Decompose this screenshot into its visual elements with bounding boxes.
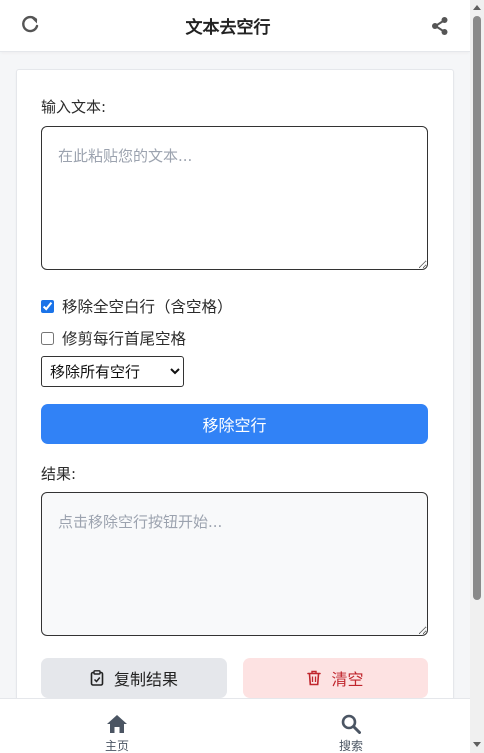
clear-label: 清空 xyxy=(331,670,364,689)
clipboard-icon xyxy=(90,670,104,686)
trim-lines-label: 修剪每行首尾空格 xyxy=(62,330,187,348)
remove-empty-lines-label: 移除空行 xyxy=(202,416,267,435)
nav-item-home[interactable]: 主页 xyxy=(87,699,147,753)
scroll-down-icon[interactable] xyxy=(473,742,481,747)
remove-whitespace-lines-checkbox[interactable] xyxy=(41,299,54,313)
search-icon xyxy=(340,714,362,734)
nav-search-label: 搜索 xyxy=(338,739,363,753)
nav-item-search[interactable]: 搜索 xyxy=(321,699,381,753)
input-label: 输入文本: xyxy=(41,98,107,116)
result-textarea[interactable] xyxy=(41,492,428,636)
remove-whitespace-lines-label: 移除全空白行（含空格） xyxy=(62,298,233,316)
copy-result-label: 复制结果 xyxy=(113,670,178,689)
trim-lines-checkbox[interactable] xyxy=(41,331,54,345)
remove-empty-lines-button[interactable]: 移除空行 xyxy=(41,404,428,444)
share-icon[interactable] xyxy=(430,16,450,36)
app-header: 文本去空行 xyxy=(0,0,470,52)
nav-home-label: 主页 xyxy=(104,739,129,753)
trash-icon xyxy=(307,670,322,686)
home-icon xyxy=(106,714,128,734)
input-textarea[interactable] xyxy=(41,126,428,270)
page-title: 文本去空行 xyxy=(185,18,271,38)
clear-button[interactable]: 清空 xyxy=(243,658,428,698)
result-label: 结果: xyxy=(41,465,77,483)
remove-whitespace-lines-option[interactable]: 移除全空白行（含空格） xyxy=(41,295,233,317)
mode-select[interactable]: 移除所有空行 xyxy=(41,356,184,387)
refresh-icon[interactable] xyxy=(20,15,40,35)
page-scrollbar[interactable] xyxy=(470,0,484,753)
app-viewport: 文本去空行 输入文本: 移除全空白行（含空格） 修剪每行首尾空格 移除所有空行 … xyxy=(0,0,484,753)
scrollbar-thumb[interactable] xyxy=(473,16,481,600)
bottom-nav: 主页 搜索 xyxy=(0,698,470,753)
copy-result-button[interactable]: 复制结果 xyxy=(41,658,227,698)
scroll-up-icon[interactable] xyxy=(473,5,481,10)
trim-lines-option[interactable]: 修剪每行首尾空格 xyxy=(41,327,186,349)
